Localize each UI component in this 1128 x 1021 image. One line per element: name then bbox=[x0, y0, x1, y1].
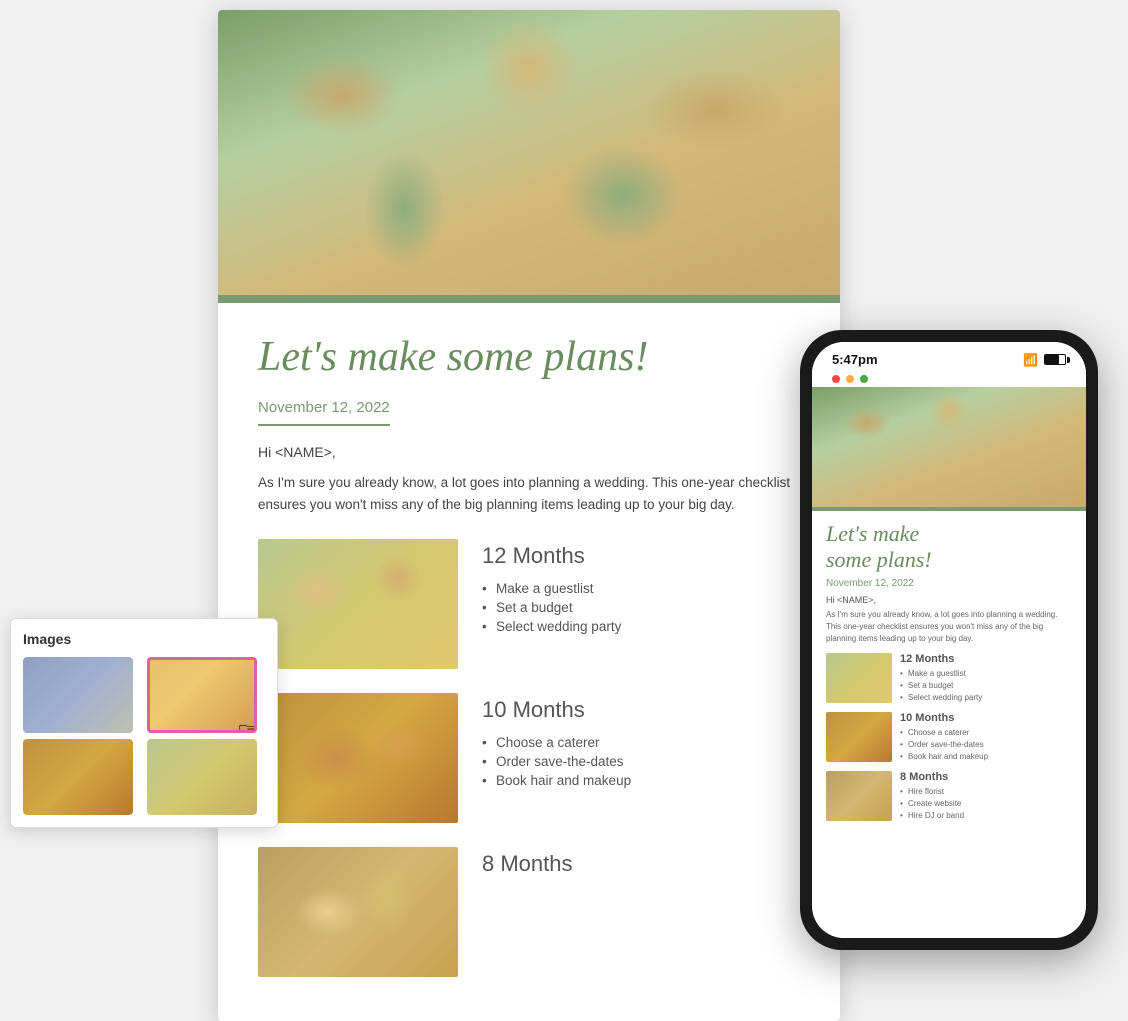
email-section-8months: 8 Months bbox=[258, 847, 800, 977]
phone-section-image-12months bbox=[826, 653, 892, 703]
phone-section-image-8months bbox=[826, 771, 892, 821]
phone-section-list-10months: Choose a caterer Order save-the-dates Bo… bbox=[900, 727, 988, 763]
section-list-item: Book hair and makeup bbox=[482, 771, 800, 790]
phone-list-item: Hire florist bbox=[900, 786, 964, 798]
email-preview: Let's make some plans! November 12, 2022… bbox=[218, 10, 840, 1021]
phone-email-date: November 12, 2022 bbox=[826, 578, 1072, 589]
phone-email-title: Let's makesome plans! bbox=[826, 521, 1072, 574]
phone-time: 5:47pm bbox=[832, 352, 878, 367]
phone-email-intro: As I'm sure you already know, a lot goes… bbox=[826, 609, 1072, 645]
phone-list-item: Create website bbox=[900, 798, 964, 810]
phone-section-content-12months: 12 Months Make a guestlist Set a budget … bbox=[900, 653, 982, 704]
phone-section-image-10months bbox=[826, 712, 892, 762]
phone-dot-yellow bbox=[846, 375, 854, 383]
phone-battery-fill bbox=[1045, 355, 1059, 364]
section-image-8months bbox=[258, 847, 458, 977]
email-accent-bar bbox=[218, 295, 840, 303]
phone-section-heading-10months: 10 Months bbox=[900, 712, 988, 724]
phone-mockup: 5:47pm 📶 Let's makesome plans! November … bbox=[800, 330, 1098, 950]
phone-section-12months: 12 Months Make a guestlist Set a budget … bbox=[826, 653, 1072, 704]
email-section-12months: 12 Months Make a guestlist Set a budget … bbox=[258, 539, 800, 669]
images-panel-title: Images bbox=[23, 631, 265, 647]
email-body: Let's make some plans! November 12, 2022… bbox=[218, 303, 840, 1021]
phone-section-list-12months: Make a guestlist Set a budget Select wed… bbox=[900, 668, 982, 704]
phone-list-item: Select wedding party bbox=[900, 692, 982, 704]
section-list-item: Make a guestlist bbox=[482, 579, 800, 598]
section-heading-10months: 10 Months bbox=[482, 697, 800, 723]
phone-battery-icon bbox=[1044, 354, 1066, 365]
phone-list-item: Hire DJ or band bbox=[900, 810, 964, 822]
phone-list-item: Book hair and makeup bbox=[900, 751, 988, 763]
section-content-8months: 8 Months bbox=[482, 847, 800, 887]
section-heading-12months: 12 Months bbox=[482, 543, 800, 569]
image-thumb-4[interactable] bbox=[147, 739, 257, 815]
phone-section-content-10months: 10 Months Choose a caterer Order save-th… bbox=[900, 712, 988, 763]
phone-fade-overlay bbox=[812, 878, 1086, 938]
email-greeting: Hi <NAME>, bbox=[258, 444, 800, 460]
section-content-12months: 12 Months Make a guestlist Set a budget … bbox=[482, 539, 800, 636]
phone-email-content: Let's makesome plans! November 12, 2022 … bbox=[812, 387, 1086, 923]
images-panel: Images ☞ bbox=[10, 618, 278, 828]
section-list-item: Set a budget bbox=[482, 598, 800, 617]
phone-list-item: Make a guestlist bbox=[900, 668, 982, 680]
phone-list-item: Set a budget bbox=[900, 680, 982, 692]
section-image-10months bbox=[258, 693, 458, 823]
phone-section-heading-12months: 12 Months bbox=[900, 653, 982, 665]
phone-dot-green bbox=[860, 375, 868, 383]
image-thumb-2[interactable]: ☞ bbox=[147, 657, 257, 733]
section-list-12months: Make a guestlist Set a budget Select wed… bbox=[482, 579, 800, 636]
email-date: November 12, 2022 bbox=[258, 399, 390, 426]
phone-wifi-icon: 📶 bbox=[1023, 353, 1038, 367]
phone-hero-image bbox=[812, 387, 1086, 507]
phone-email-greeting: Hi <NAME>, bbox=[826, 595, 1072, 605]
section-list-item: Select wedding party bbox=[482, 617, 800, 636]
phone-email-body: Let's makesome plans! November 12, 2022 … bbox=[812, 511, 1086, 840]
phone-dot-red bbox=[832, 375, 840, 383]
section-heading-8months: 8 Months bbox=[482, 851, 800, 877]
section-list-10months: Choose a caterer Order save-the-dates Bo… bbox=[482, 733, 800, 790]
phone-section-content-8months: 8 Months Hire florist Create website Hir… bbox=[900, 771, 964, 822]
images-grid: ☞ bbox=[23, 657, 265, 815]
table-art-background bbox=[218, 10, 840, 295]
image-thumb-3[interactable] bbox=[23, 739, 133, 815]
section-image-12months bbox=[258, 539, 458, 669]
email-title: Let's make some plans! bbox=[258, 333, 800, 381]
email-section-10months: 10 Months Choose a caterer Order save-th… bbox=[258, 693, 800, 823]
section-list-item: Choose a caterer bbox=[482, 733, 800, 752]
section-list-item: Order save-the-dates bbox=[482, 752, 800, 771]
section-content-10months: 10 Months Choose a caterer Order save-th… bbox=[482, 693, 800, 790]
image-thumb-1[interactable] bbox=[23, 657, 133, 733]
phone-section-8months: 8 Months Hire florist Create website Hir… bbox=[826, 771, 1072, 822]
phone-status-bar: 5:47pm 📶 bbox=[812, 342, 1086, 371]
phone-screen: 5:47pm 📶 Let's makesome plans! November … bbox=[812, 342, 1086, 938]
phone-list-item: Order save-the-dates bbox=[900, 739, 988, 751]
phone-section-10months: 10 Months Choose a caterer Order save-th… bbox=[826, 712, 1072, 763]
email-hero-image bbox=[218, 10, 840, 295]
phone-icons: 📶 bbox=[1023, 353, 1066, 367]
phone-section-list-8months: Hire florist Create website Hire DJ or b… bbox=[900, 786, 964, 822]
cursor-icon: ☞ bbox=[237, 715, 257, 733]
phone-list-item: Choose a caterer bbox=[900, 727, 988, 739]
email-intro: As I'm sure you already know, a lot goes… bbox=[258, 472, 800, 515]
phone-section-heading-8months: 8 Months bbox=[900, 771, 964, 783]
phone-window-dots bbox=[812, 371, 1086, 387]
